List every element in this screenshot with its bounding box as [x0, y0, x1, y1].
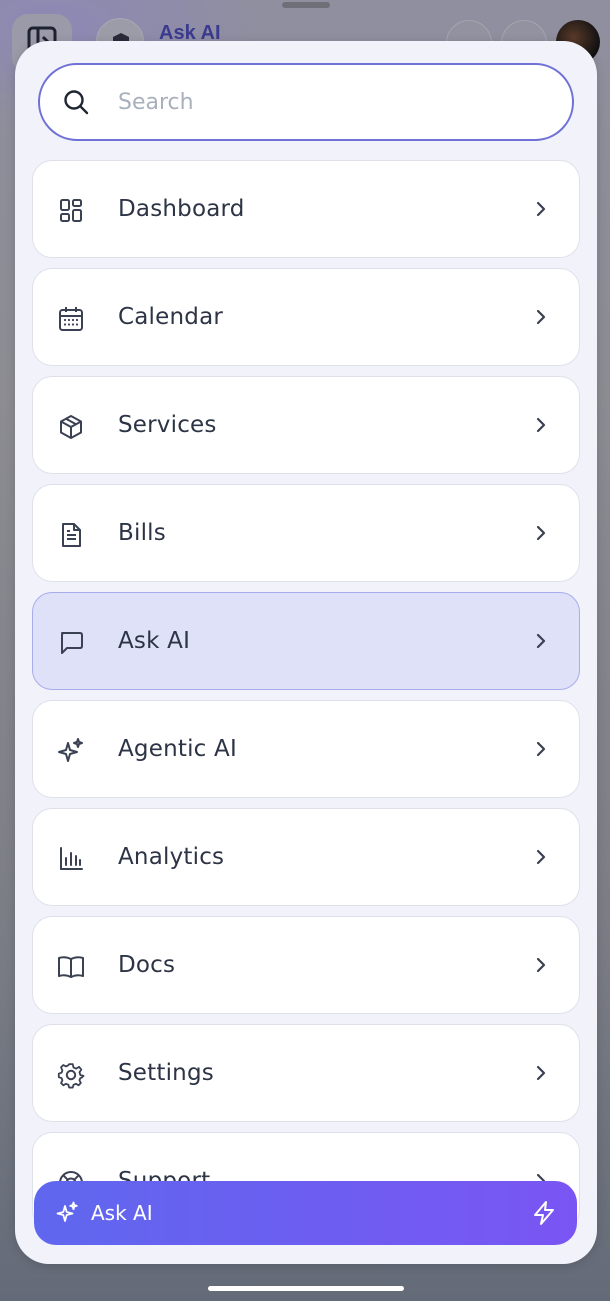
chevron-right-icon [536, 957, 546, 973]
menu-item-dashboard[interactable]: Dashboard [32, 160, 580, 258]
menu-item-bills[interactable]: Bills [32, 484, 580, 582]
chevron-right-icon [536, 417, 546, 433]
chevron-right-icon [536, 849, 546, 865]
chevron-right-icon [536, 309, 546, 325]
chevron-right-icon [536, 525, 546, 541]
search-bar[interactable] [38, 63, 574, 141]
menu-item-label: Agentic AI [118, 736, 237, 762]
menu-item-label: Dashboard [118, 196, 245, 222]
menu-item-analytics[interactable]: Analytics [32, 808, 580, 906]
menu-item-label: Services [118, 412, 217, 438]
chat-icon [61, 632, 83, 654]
navigation-sheet: Dashboard Calendar [15, 41, 597, 1264]
ask-ai-button[interactable]: Ask AI [34, 1181, 577, 1245]
sparkles-icon [56, 1201, 78, 1222]
menu-item-calendar[interactable]: Calendar [32, 268, 580, 366]
menu-item-label: Ask AI [118, 628, 191, 654]
menu-item-label: Settings [118, 1060, 214, 1086]
ask-ai-button-label: Ask AI [91, 1201, 153, 1225]
chevron-right-icon [536, 741, 546, 757]
gear-icon [57, 1063, 85, 1089]
sheet-grabber[interactable] [282, 2, 330, 8]
home-indicator [208, 1286, 404, 1291]
book-icon [58, 956, 84, 978]
document-icon [62, 523, 81, 547]
menu-item-docs[interactable]: Docs [32, 916, 580, 1014]
menu-item-settings[interactable]: Settings [32, 1024, 580, 1122]
calendar-icon [59, 307, 83, 331]
menu-item-label: Docs [118, 952, 176, 978]
box-icon [60, 415, 82, 439]
search-icon [64, 90, 89, 115]
menu-item-agentic-ai[interactable]: Agentic AI [32, 700, 580, 798]
chevron-right-icon [536, 1065, 546, 1081]
dashboard-icon [60, 199, 82, 222]
bolt-icon [534, 1201, 554, 1225]
chevron-right-icon [536, 201, 546, 217]
sparkles-icon [58, 738, 83, 762]
bar-chart-icon [60, 847, 83, 870]
menu-item-label: Analytics [118, 844, 225, 870]
menu-item-label: Bills [118, 520, 166, 546]
chevron-right-icon [536, 633, 546, 649]
menu-item-services[interactable]: Services [32, 376, 580, 474]
menu-item-label: Calendar [118, 304, 224, 330]
search-input[interactable] [118, 89, 518, 115]
menu-item-ask-ai[interactable]: Ask AI [32, 592, 580, 690]
